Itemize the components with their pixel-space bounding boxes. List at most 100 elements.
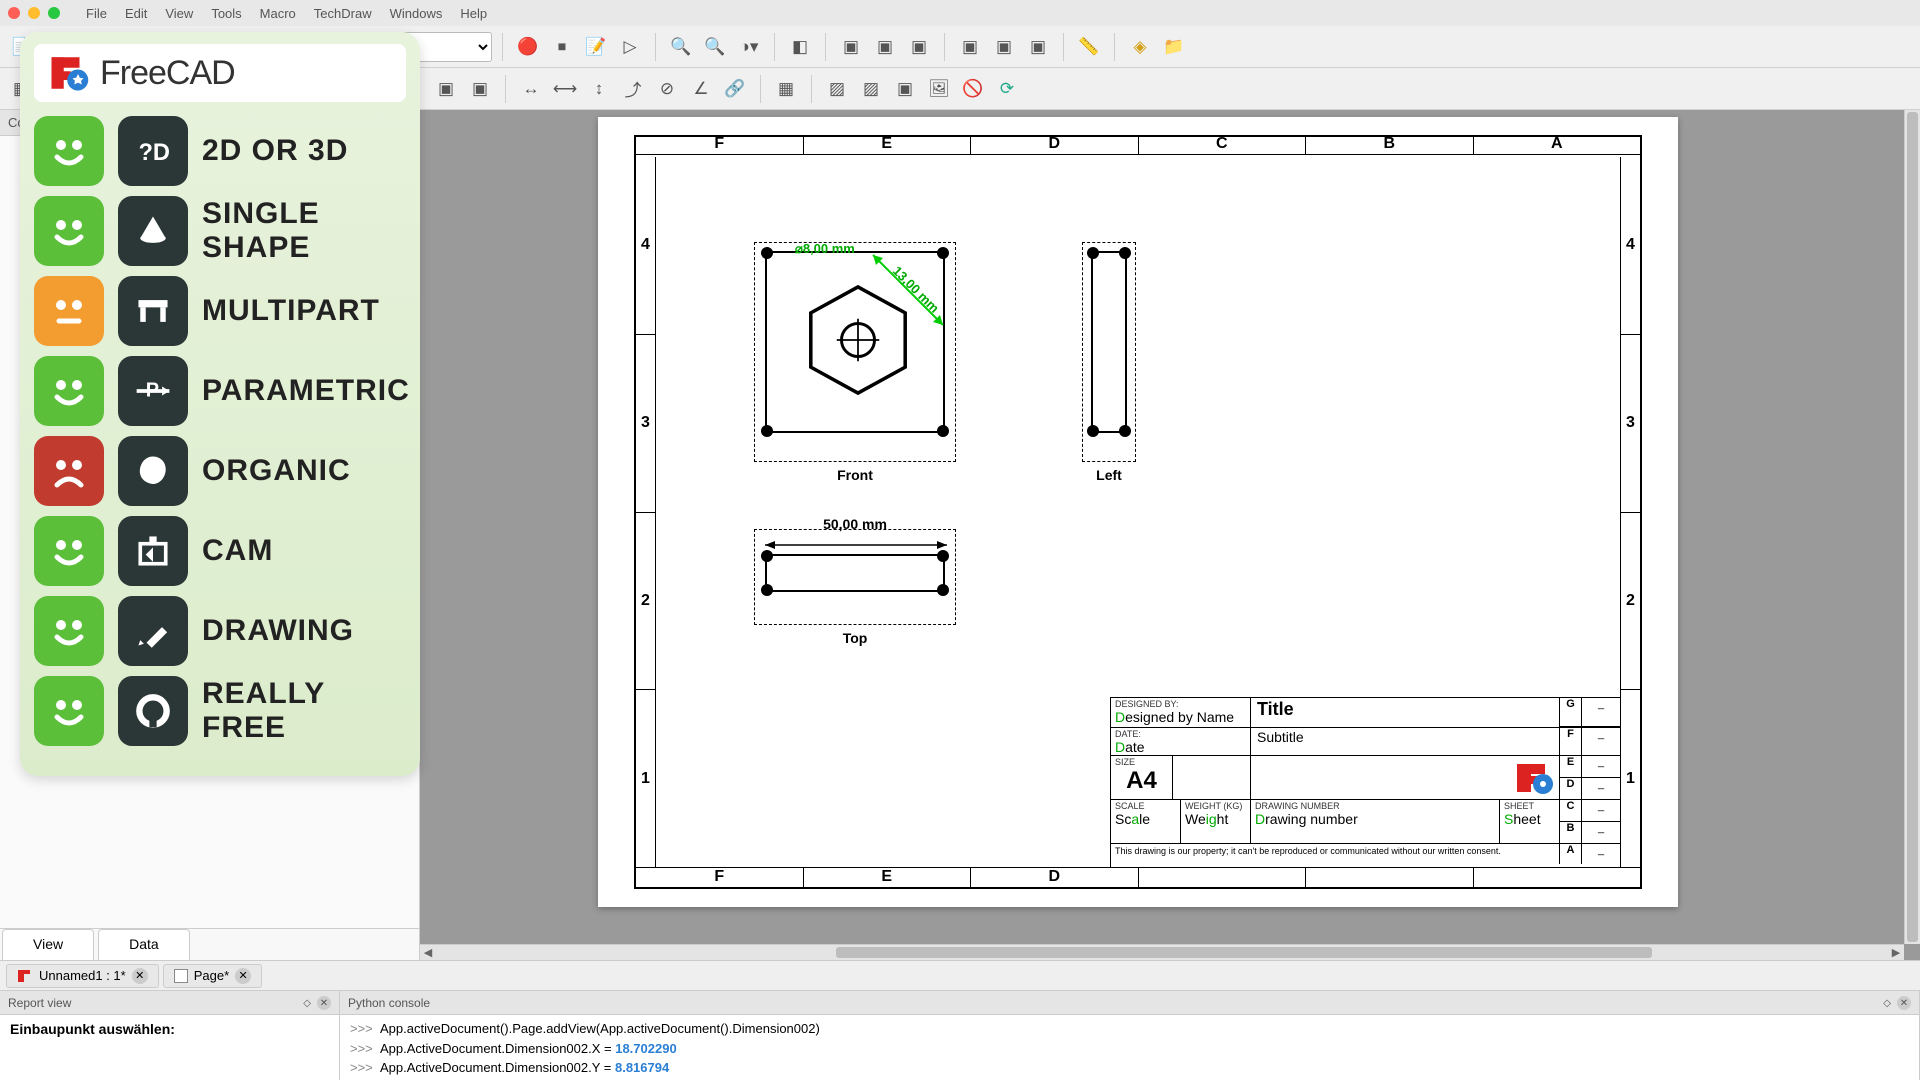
menu-file[interactable]: File — [78, 3, 115, 24]
python-console-title: Python console — [348, 996, 430, 1010]
freecad-logo: FreeCAD — [34, 44, 406, 102]
iso-view-button[interactable]: ◧ — [785, 32, 815, 62]
menu-windows[interactable]: Windows — [382, 3, 451, 24]
menu-techdraw[interactable]: TechDraw — [306, 3, 380, 24]
td-dim-vert-button[interactable]: ↕ — [584, 74, 614, 104]
dim-width[interactable]: 50,00 mm — [755, 516, 955, 532]
td-hatch-button[interactable]: ▨ — [822, 74, 852, 104]
feature-row: ?D 2D OR 3D — [34, 116, 406, 186]
feature-row: PPARAMETRIC — [34, 356, 406, 426]
doc-tab-unnamed[interactable]: Unnamed1 : 1* ✕ — [6, 964, 159, 988]
fit-selection-button[interactable]: 🔍 — [700, 32, 730, 62]
close-icon[interactable]: ✕ — [1897, 996, 1911, 1010]
view-front[interactable]: ⌀8,00 mm 13,00 mm Front — [754, 242, 956, 462]
td-toggle-frame-button[interactable]: 🚫 — [958, 74, 988, 104]
td-clip-add-button[interactable]: ▣ — [431, 74, 461, 104]
menu-help[interactable]: Help — [452, 3, 495, 24]
menu-view[interactable]: View — [157, 3, 201, 24]
close-icon[interactable]: ✕ — [235, 968, 251, 984]
mood-happy-icon — [34, 196, 104, 266]
td-dim-radius-button[interactable]: ⤴ — [618, 74, 648, 104]
group-create-button[interactable]: 📁 — [1159, 32, 1189, 62]
mood-meh-icon — [34, 276, 104, 346]
close-icon[interactable]: ✕ — [132, 968, 148, 984]
border-col: B — [1306, 135, 1474, 154]
left-view-button[interactable]: ▣ — [1023, 32, 1053, 62]
td-export-svg-button[interactable]: ▦ — [771, 74, 801, 104]
td-dim-horiz-button[interactable]: ⟷ — [550, 74, 580, 104]
canvas-hscroll[interactable]: ◀▶ — [420, 944, 1904, 960]
dim-diameter[interactable]: ⌀8,00 mm — [795, 241, 855, 257]
menu-tools[interactable]: Tools — [203, 3, 249, 24]
td-geom-hatch-button[interactable]: ▨ — [856, 74, 886, 104]
menu-macro[interactable]: Macro — [252, 3, 304, 24]
border-col: E — [804, 135, 972, 154]
view-top[interactable]: 50,00 mm Top — [754, 529, 956, 625]
feature-label: MULTIPART — [202, 294, 380, 328]
maximize-window-button[interactable] — [48, 7, 60, 19]
feature-label: DRAWING — [202, 614, 354, 648]
feature-label: CAM — [202, 534, 273, 568]
fit-all-button[interactable]: 🔍 — [666, 32, 696, 62]
feature-cone-icon — [118, 196, 188, 266]
top-view-button[interactable]: ▣ — [870, 32, 900, 62]
menu-edit[interactable]: Edit — [117, 3, 155, 24]
border-col: C — [1139, 135, 1307, 154]
page-icon — [174, 969, 188, 983]
drawing-canvas[interactable]: F E D C B A F E D 4 — [420, 110, 1920, 960]
td-symbol-button[interactable]: ▣ — [890, 74, 920, 104]
feature-row: CAM — [34, 516, 406, 586]
macro-record-button[interactable]: 🔴 — [513, 32, 543, 62]
view-label: Front — [755, 467, 955, 483]
macro-edit-button[interactable]: 📝 — [581, 32, 611, 62]
view-left[interactable]: Left — [1082, 242, 1136, 462]
combo-tab-view[interactable]: View — [2, 929, 94, 960]
report-view-body[interactable]: Einbaupunkt auswählen: — [0, 1015, 339, 1080]
td-dim-diameter-button[interactable]: ⊘ — [652, 74, 682, 104]
combo-tabs: View Data — [0, 928, 419, 960]
draw-style-button[interactable]: ◑▾ — [734, 32, 764, 62]
doc-tab-page[interactable]: Page* ✕ — [163, 964, 262, 988]
window-titlebar: File Edit View Tools Macro TechDraw Wind… — [0, 0, 1920, 26]
report-view-panel: Report view ◇✕ Einbaupunkt auswählen: — [0, 991, 340, 1080]
feature-label: REALLY FREE — [202, 677, 406, 745]
report-view-title: Report view — [8, 996, 71, 1010]
feature-pencil-icon — [118, 596, 188, 666]
macro-run-button[interactable]: ▷ — [615, 32, 645, 62]
feature-row: DRAWING — [34, 596, 406, 666]
measure-button[interactable]: 📏 — [1074, 32, 1104, 62]
border-row: 1 — [1621, 690, 1640, 867]
td-redraw-button[interactable]: ⟳ — [992, 74, 1022, 104]
macro-stop-button[interactable]: ⏹ — [547, 32, 577, 62]
border-row: 4 — [636, 157, 655, 335]
right-view-button[interactable]: ▣ — [904, 32, 934, 62]
freecad-icon — [17, 968, 33, 984]
python-console-body[interactable]: >>> App.activeDocument().Page.addView(Ap… — [340, 1015, 1919, 1080]
feature-label: 2D OR 3D — [202, 134, 348, 168]
td-dim-angle-button[interactable]: ∠ — [686, 74, 716, 104]
bottom-view-button[interactable]: ▣ — [989, 32, 1019, 62]
td-dim-length-button[interactable]: ↔ — [516, 74, 546, 104]
feature-label: PARAMETRIC — [202, 374, 410, 408]
titleblock-disclaimer: This drawing is our property; it can't b… — [1111, 844, 1560, 864]
combo-tab-data[interactable]: Data — [98, 929, 190, 960]
canvas-vscroll[interactable] — [1904, 110, 1920, 944]
td-dim-link-button[interactable]: 🔗 — [720, 74, 750, 104]
minimize-window-button[interactable] — [28, 7, 40, 19]
border-row: 2 — [1621, 513, 1640, 691]
mood-happy-icon — [34, 596, 104, 666]
close-window-button[interactable] — [8, 7, 20, 19]
front-view-button[interactable]: ▣ — [836, 32, 866, 62]
rear-view-button[interactable]: ▣ — [955, 32, 985, 62]
python-console-panel: Python console ◇✕ >>> App.activeDocument… — [340, 991, 1920, 1080]
part-create-button[interactable]: ◈ — [1125, 32, 1155, 62]
drawing-sheet: F E D C B A F E D 4 — [598, 117, 1678, 907]
feature-row: ORGANIC — [34, 436, 406, 506]
feature-cam-icon — [118, 516, 188, 586]
feature-3d-icon: ?D — [118, 116, 188, 186]
close-icon[interactable]: ✕ — [317, 996, 331, 1010]
mood-sad-icon — [34, 436, 104, 506]
svg-text:?D: ?D — [138, 140, 170, 166]
td-image-button[interactable]: 🖼 — [924, 74, 954, 104]
td-clip-remove-button[interactable]: ▣ — [465, 74, 495, 104]
